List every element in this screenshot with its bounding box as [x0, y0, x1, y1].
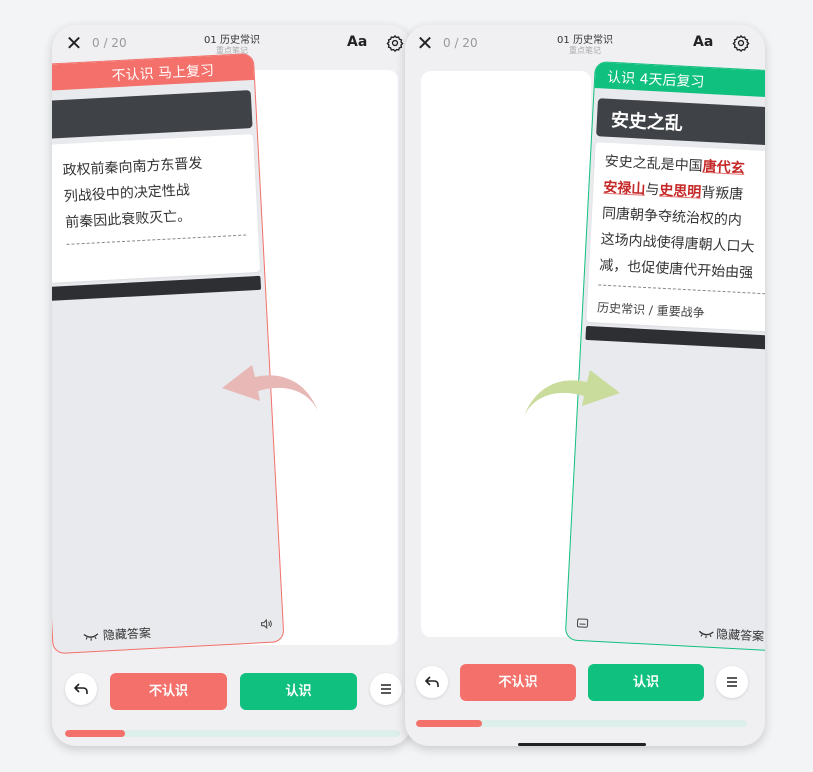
- flashcard-unknown[interactable]: 不认识 马上复习 政权前秦向南方东晋发 列战役中的决定性战 前秦因此衰败灭亡。 …: [52, 52, 285, 655]
- progress-bar: [65, 730, 400, 737]
- menu-icon: [381, 684, 391, 694]
- closed-eye-icon: [698, 630, 714, 639]
- speaker-icon[interactable]: [260, 618, 273, 631]
- known-button[interactable]: 认识: [588, 664, 704, 701]
- divider: [66, 234, 247, 245]
- bottom-toolbar: 不认识 认识: [405, 655, 765, 746]
- progress-bar-fill: [65, 730, 126, 737]
- unknown-button[interactable]: 不认识: [110, 673, 227, 710]
- swipe-left-arrow-icon: [222, 365, 318, 411]
- phone-screen-right: ✕ 0 / 20 01 历史常识 重点笔记 Aa 认识 4天后复习 安史之乱 安…: [405, 25, 765, 746]
- swipe-right-arrow-icon: [524, 370, 620, 416]
- card-status-label: 不认识 马上复习: [111, 62, 215, 85]
- card-term-label: 安史之乱: [610, 109, 684, 135]
- menu-icon: [727, 677, 737, 687]
- card-tag: 历史常识 / 重要战争: [596, 300, 706, 321]
- card-definition: 安史之乱是中国唐代玄 安禄山与史思明背叛唐 同唐朝争夺统治权的内 这场内战使得唐…: [586, 142, 765, 335]
- menu-button[interactable]: [716, 666, 748, 698]
- top-bar: ✕ 0 / 20 01 历史常识 重点笔记 Aa: [405, 25, 765, 71]
- closed-eye-icon: [83, 633, 99, 641]
- next-card-background: [421, 71, 591, 637]
- flashcard-known[interactable]: 认识 4天后复习 安史之乱 安史之乱是中国唐代玄 安禄山与史思明背叛唐 同唐朝争…: [564, 61, 765, 653]
- gear-icon[interactable]: [386, 34, 404, 52]
- progress-bar-fill: [416, 720, 483, 727]
- card-status-header: 认识 4天后复习: [594, 62, 765, 101]
- progress-bar: [416, 720, 747, 727]
- font-size-button[interactable]: Aa: [693, 34, 713, 50]
- card-term: 安史之乱: [596, 98, 765, 149]
- card-icon[interactable]: [576, 618, 589, 629]
- undo-button[interactable]: [65, 673, 97, 705]
- bottom-toolbar: 不认识 认识: [52, 655, 412, 746]
- home-indicator: [518, 743, 646, 746]
- gear-icon[interactable]: [732, 34, 750, 52]
- hide-answer-button[interactable]: 隐藏答案: [102, 624, 152, 643]
- hide-answer-button[interactable]: 隐藏答案: [716, 625, 765, 644]
- unknown-button[interactable]: 不认识: [460, 664, 576, 701]
- undo-icon: [425, 676, 439, 687]
- phone-screen-left: ✕ 0 / 20 01 历史常识 重点笔记 Aa 不认识 马上复习 政权前秦向南…: [52, 25, 412, 746]
- card-definition: 政权前秦向南方东晋发 列战役中的决定性战 前秦因此衰败灭亡。: [52, 134, 261, 284]
- font-size-button[interactable]: Aa: [347, 34, 367, 50]
- card-status-label: 认识 4天后复习: [606, 69, 705, 91]
- known-button[interactable]: 认识: [240, 673, 357, 710]
- menu-button[interactable]: [370, 673, 402, 705]
- card-term: [52, 90, 253, 140]
- undo-button[interactable]: [416, 666, 448, 698]
- undo-icon: [74, 683, 88, 694]
